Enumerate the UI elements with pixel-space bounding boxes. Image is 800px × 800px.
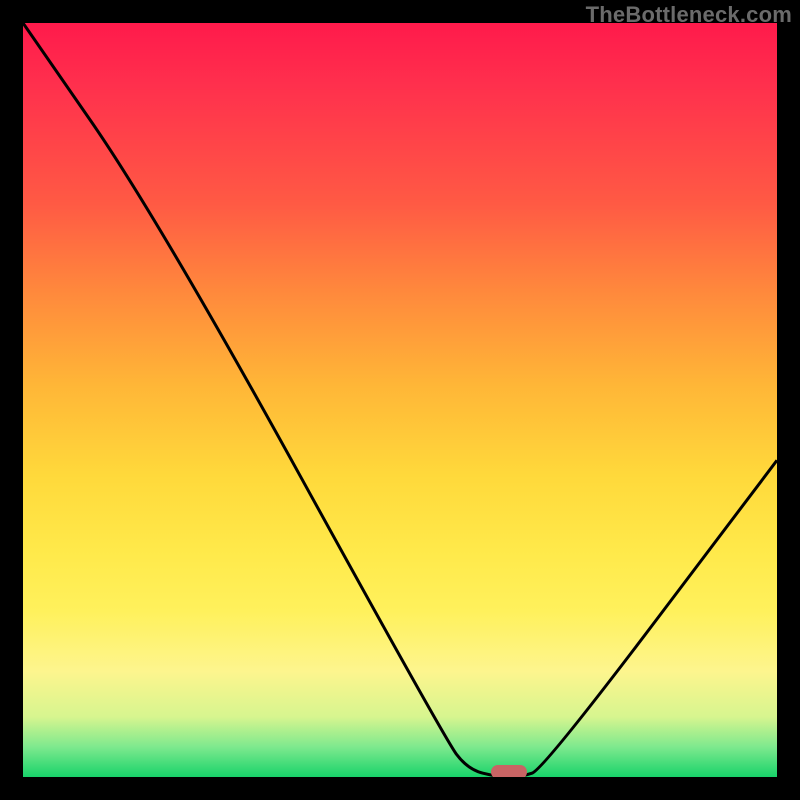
chart-frame: TheBottleneck.com: [0, 0, 800, 800]
watermark-text: TheBottleneck.com: [586, 2, 792, 28]
plot-area: [23, 23, 777, 777]
bottleneck-curve: [23, 23, 777, 777]
optimal-marker: [491, 765, 527, 777]
curve-path: [23, 23, 777, 777]
